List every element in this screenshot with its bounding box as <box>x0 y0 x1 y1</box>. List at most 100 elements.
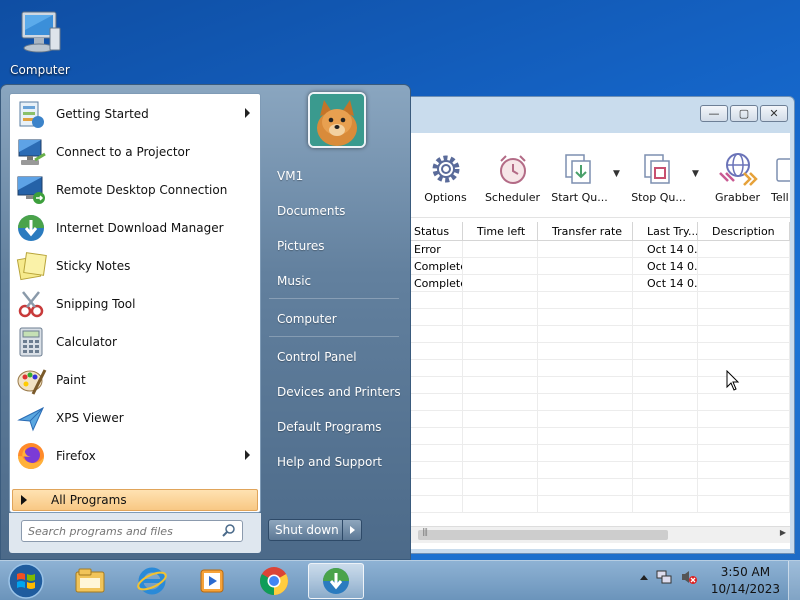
scroll-right-icon[interactable]: ▶ <box>780 528 786 537</box>
cell-time-left <box>463 241 538 257</box>
program-sticky-notes[interactable]: Sticky Notes <box>10 247 260 285</box>
getting-started-icon <box>19 101 44 128</box>
snipping-tool-icon <box>18 291 44 318</box>
calculator-icon <box>19 327 43 357</box>
close-icon: ✕ <box>769 107 779 120</box>
program-firefox[interactable]: Firefox <box>10 437 260 475</box>
close-button[interactable]: ✕ <box>760 105 788 122</box>
dog-avatar-icon <box>310 94 364 146</box>
shutdown-control: Shut down <box>268 519 362 541</box>
all-programs-button[interactable]: All Programs <box>12 489 258 511</box>
column-time-left[interactable]: Time left <box>463 222 538 240</box>
menu-divider <box>269 298 399 299</box>
taskbar-media-player[interactable] <box>184 563 240 599</box>
gear-icon <box>432 155 459 183</box>
shutdown-button[interactable]: Shut down <box>269 520 343 540</box>
link-computer[interactable]: Computer <box>277 312 337 326</box>
table-row-empty <box>400 411 790 428</box>
clock-date: 10/14/2023 <box>710 582 780 596</box>
restore-button[interactable]: ▢ <box>730 105 758 122</box>
cell-rate <box>538 275 633 291</box>
taskbar-internet-explorer[interactable] <box>124 563 180 599</box>
stop-queue-button[interactable]: Stop Qu... <box>625 151 692 204</box>
search-input[interactable] <box>21 520 243 542</box>
idm-title-bar[interactable]: — ▢ ✕ <box>396 97 794 133</box>
scrollbar-thumb[interactable] <box>418 527 668 540</box>
sticky-notes-icon <box>16 252 47 281</box>
idm-icon <box>18 215 44 241</box>
options-button[interactable]: Options <box>412 151 479 204</box>
tell-a-friend-icon <box>776 158 790 182</box>
idm-icon <box>323 568 349 594</box>
link-help-support[interactable]: Help and Support <box>277 455 382 469</box>
start-button[interactable] <box>6 562 46 600</box>
table-row[interactable]: Complete Oct 14 0... <box>400 258 790 275</box>
taskbar-chrome[interactable] <box>246 563 302 599</box>
remote-desktop-icon <box>17 176 45 204</box>
explorer-icon <box>75 568 105 593</box>
column-transfer-rate[interactable]: Transfer rate <box>538 222 633 240</box>
idm-toolbar: Options Scheduler Start Qu... ▼ Stop Qu.… <box>400 133 790 218</box>
system-clock[interactable]: 3:50 AM 10/14/2023 <box>711 564 780 598</box>
menu-divider <box>269 336 399 337</box>
program-connect-projector[interactable]: Connect to a Projector <box>10 133 260 171</box>
table-row[interactable]: Complete Oct 14 0... <box>400 275 790 292</box>
program-remote-desktop[interactable]: Remote Desktop Connection <box>10 171 260 209</box>
start-queue-button[interactable]: Start Qu... <box>546 151 613 204</box>
idm-content: Options Scheduler Start Qu... ▼ Stop Qu.… <box>400 133 790 549</box>
table-header: Status Time left Transfer rate Last Try.… <box>400 222 790 241</box>
table-row-empty <box>400 394 790 411</box>
taskbar-explorer[interactable] <box>62 563 118 599</box>
column-last-try[interactable]: Last Try... <box>633 222 698 240</box>
system-tray <box>640 569 698 585</box>
submenu-arrow-icon <box>245 450 250 460</box>
show-desktop-button[interactable] <box>788 561 800 600</box>
idm-window: — ▢ ✕ Options Scheduler Start Qu... ▼ St… <box>395 96 795 554</box>
cell-last-try: Oct 14 0... <box>633 241 698 257</box>
search-icon[interactable] <box>222 523 236 537</box>
link-documents[interactable]: Documents <box>277 204 345 218</box>
link-user-vm1[interactable]: VM1 <box>277 169 303 183</box>
link-devices-printers[interactable]: Devices and Printers <box>277 385 401 399</box>
minimize-button[interactable]: — <box>700 105 728 122</box>
program-snipping-tool[interactable]: Snipping Tool <box>10 285 260 323</box>
desktop-icon-computer[interactable]: Computer <box>8 8 72 77</box>
program-paint[interactable]: Paint <box>10 361 260 399</box>
tell-a-friend-button[interactable]: Tell a <box>771 151 790 204</box>
cell-rate <box>538 241 633 257</box>
shutdown-options-button[interactable] <box>343 520 361 540</box>
computer-icon <box>21 11 61 53</box>
stop-queue-dropdown[interactable]: ▼ <box>692 151 704 179</box>
cell-last-try: Oct 14 0... <box>633 275 698 291</box>
column-description[interactable]: Description <box>698 222 790 240</box>
show-hidden-icons-icon[interactable] <box>640 574 648 580</box>
table-row[interactable]: Error Oct 14 0... <box>400 241 790 258</box>
table-row-empty <box>400 326 790 343</box>
search-area <box>9 513 261 553</box>
start-queue-dropdown[interactable]: ▼ <box>613 151 625 179</box>
taskbar-idm[interactable] <box>308 563 364 599</box>
cell-last-try: Oct 14 0... <box>633 258 698 274</box>
scheduler-button[interactable]: Scheduler <box>479 151 546 204</box>
horizontal-scrollbar[interactable]: ▶ <box>400 526 790 543</box>
cell-description <box>698 258 790 274</box>
volume-muted-icon[interactable] <box>680 569 698 585</box>
user-avatar[interactable] <box>308 92 366 148</box>
cell-time-left <box>463 275 538 291</box>
table-row-empty <box>400 496 790 513</box>
alarm-clock-icon <box>499 155 526 184</box>
program-internet-download-manager[interactable]: Internet Download Manager <box>10 209 260 247</box>
program-calculator[interactable]: Calculator <box>10 323 260 361</box>
program-xps-viewer[interactable]: XPS Viewer <box>10 399 260 437</box>
start-queue-icon <box>564 154 591 184</box>
program-getting-started[interactable]: Getting Started <box>10 95 260 133</box>
grabber-button[interactable]: Grabber <box>704 151 771 204</box>
network-icon[interactable] <box>656 569 672 585</box>
link-music[interactable]: Music <box>277 274 311 288</box>
table-row-empty <box>400 292 790 309</box>
link-control-panel[interactable]: Control Panel <box>277 350 357 364</box>
link-pictures[interactable]: Pictures <box>277 239 325 253</box>
link-default-programs[interactable]: Default Programs <box>277 420 382 434</box>
paint-icon <box>17 369 47 395</box>
mouse-cursor-icon <box>726 370 740 391</box>
